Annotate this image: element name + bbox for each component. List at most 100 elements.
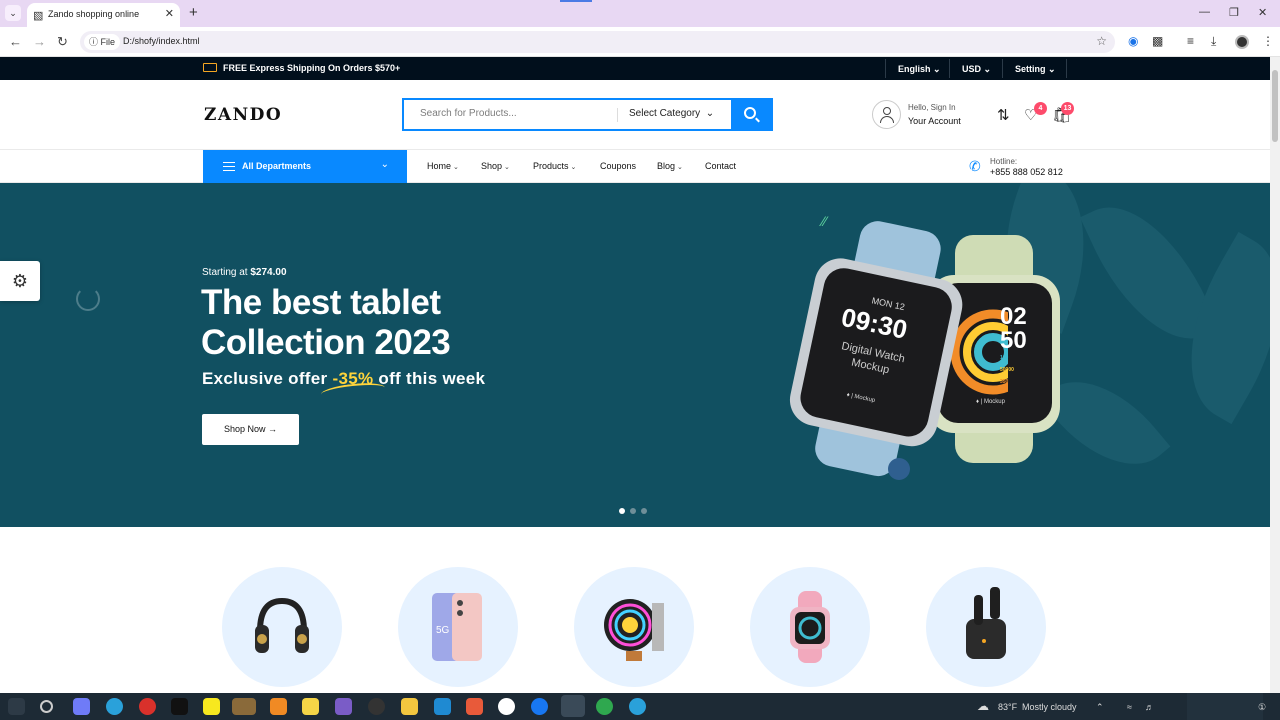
reading-list-icon[interactable]: ≡ xyxy=(1187,34,1194,48)
chevron-down-icon: ⌄ xyxy=(933,64,941,74)
starting-price: $274.00 xyxy=(250,267,287,278)
tiktok-icon[interactable] xyxy=(171,698,188,715)
extension-shield-icon[interactable]: ◉ xyxy=(1128,34,1138,48)
notification-icon[interactable]: ① xyxy=(1258,702,1266,713)
slider-pagination xyxy=(619,501,652,519)
truck-icon xyxy=(203,63,217,72)
svg-text:5G: 5G xyxy=(436,625,450,636)
browser-menu-icon[interactable]: ⋮ xyxy=(1262,34,1274,48)
chevron-down-icon: ⌄ xyxy=(983,64,992,74)
maximize-icon[interactable]: ❐ xyxy=(1229,6,1239,19)
site-info-chip[interactable]: ⓘ File xyxy=(84,34,121,50)
github-desktop-icon[interactable] xyxy=(368,698,385,715)
category-select-label: Select Category xyxy=(629,108,701,119)
app-icon[interactable] xyxy=(302,698,319,715)
widgets-icon[interactable] xyxy=(8,698,25,715)
app-icon[interactable] xyxy=(596,698,613,715)
category-smartphones[interactable]: 5G xyxy=(398,567,518,687)
currency-selector[interactable]: USD ⌄ xyxy=(962,64,991,75)
window-close-icon[interactable]: ✕ xyxy=(1258,6,1267,19)
weather-desc[interactable]: Mostly cloudy xyxy=(1022,702,1077,712)
shipping-text: FREE Express Shipping On Orders $570+ xyxy=(223,63,401,73)
nav-item-coupons[interactable]: Coupons xyxy=(600,161,636,171)
tab-search-menu-icon[interactable]: ⌄ xyxy=(5,5,21,21)
category-headphones[interactable] xyxy=(222,567,342,687)
nav-item-products[interactable]: Products ⌄ xyxy=(533,161,576,171)
chevron-down-icon: ⌄ xyxy=(380,159,389,170)
facebook-icon[interactable] xyxy=(531,698,548,715)
category-smartwatches[interactable] xyxy=(750,567,870,687)
volume-icon[interactable]: ♬ xyxy=(1145,702,1154,712)
shop-now-button[interactable]: Shop Now → xyxy=(202,414,299,445)
nav-item-label: Home xyxy=(427,161,452,171)
clock-area[interactable] xyxy=(1187,693,1263,720)
app-icon[interactable] xyxy=(498,698,515,715)
all-departments-button[interactable]: All Departments ⌄ xyxy=(203,150,407,183)
account-greeting[interactable]: Hello, Sign In xyxy=(908,103,956,112)
telegram-icon[interactable] xyxy=(106,698,123,715)
slider-dot[interactable] xyxy=(630,508,636,514)
settings-gear-icon[interactable]: ⚙ xyxy=(0,261,40,301)
slider-dot[interactable] xyxy=(641,508,647,514)
vscode-icon[interactable] xyxy=(434,698,451,715)
opera-icon[interactable] xyxy=(139,698,156,715)
reload-icon[interactable]: ↻ xyxy=(57,34,68,50)
extensions-puzzle-icon[interactable]: ▩ xyxy=(1152,34,1163,48)
headphones-icon xyxy=(255,597,309,653)
account-label[interactable]: Your Account xyxy=(908,116,961,126)
file-explorer-icon[interactable] xyxy=(401,698,418,715)
compare-arrows-icon[interactable]: ⇅ xyxy=(997,106,1010,124)
page-scrollbar[interactable] xyxy=(1270,57,1280,693)
weather-temp[interactable]: 83°F xyxy=(998,702,1017,712)
visual-studio-icon[interactable] xyxy=(335,698,352,715)
url-text[interactable]: D:/shofy/index.html xyxy=(123,36,200,46)
category-select[interactable]: Select Category ⌄ xyxy=(629,108,714,119)
offer-prefix: Exclusive offer xyxy=(202,369,328,388)
back-icon[interactable]: ← xyxy=(9,34,22,49)
nav-item-home[interactable]: Home ⌄ xyxy=(427,161,459,171)
browser-toolbar: ← → ↻ ⓘ File D:/shofy/index.html ☆ ◉ ▩ ≡… xyxy=(0,27,1280,57)
game-icon[interactable] xyxy=(232,698,256,715)
setting-selector[interactable]: Setting ⌄ xyxy=(1015,64,1056,75)
copilot-icon[interactable] xyxy=(73,698,90,715)
setting-label: Setting xyxy=(1015,64,1046,74)
site-logo[interactable]: ZANDO xyxy=(204,105,282,125)
forward-icon[interactable]: → xyxy=(33,34,46,49)
language-selector[interactable]: English ⌄ xyxy=(898,64,941,75)
app-icon[interactable] xyxy=(270,698,287,715)
download-icon[interactable]: ⤓ xyxy=(1211,34,1216,49)
search-input[interactable]: Search for Products... xyxy=(420,108,517,119)
profile-avatar[interactable] xyxy=(1235,35,1249,49)
snapchat-icon[interactable] xyxy=(203,698,220,715)
telegram-icon[interactable] xyxy=(629,698,646,715)
slider-dot[interactable] xyxy=(619,508,625,514)
nav-item-shop[interactable]: Shop ⌄ xyxy=(481,161,510,171)
new-tab-icon[interactable]: + xyxy=(189,4,198,21)
search-bar: Search for Products... Select Category ⌄ xyxy=(402,98,773,131)
chevron-down-icon: ⌄ xyxy=(1048,64,1056,74)
category-earbuds[interactable] xyxy=(926,567,1046,687)
arrow-right-icon: → xyxy=(268,424,278,434)
minimize-icon[interactable]: — xyxy=(1199,6,1210,18)
smartphone-icon: 5G xyxy=(432,593,482,661)
hotline-number[interactable]: +855 888 052 812 xyxy=(990,167,1063,177)
nav-item-contact[interactable]: Contact xyxy=(705,161,736,171)
chevron-up-icon[interactable]: ⌃ xyxy=(1096,702,1104,713)
chrome-icon[interactable] xyxy=(561,695,585,717)
address-bar[interactable]: ⓘ File D:/shofy/index.html ☆ xyxy=(80,31,1115,53)
search-button[interactable] xyxy=(731,98,773,131)
search-icon[interactable] xyxy=(40,700,53,713)
user-icon[interactable] xyxy=(872,100,901,129)
wifi-icon[interactable]: ≈ xyxy=(1127,702,1132,712)
category-cpu-coolers[interactable] xyxy=(574,567,694,687)
scrollbar-thumb[interactable] xyxy=(1272,70,1278,142)
nav-item-blog[interactable]: Blog ⌄ xyxy=(657,161,683,171)
close-tab-icon[interactable]: ✕ xyxy=(165,7,174,20)
bookmark-star-icon[interactable]: ☆ xyxy=(1096,34,1107,48)
headline-line-2: Collection 2023 xyxy=(201,323,451,362)
browser-tab[interactable]: ▧ Zando shopping online ✕ xyxy=(27,3,180,27)
nav-item-label: Shop xyxy=(481,161,503,171)
app-icon[interactable] xyxy=(466,698,483,715)
watch-stat: 50000 xyxy=(1000,367,1014,373)
cart-count-badge: 13 xyxy=(1061,102,1074,115)
